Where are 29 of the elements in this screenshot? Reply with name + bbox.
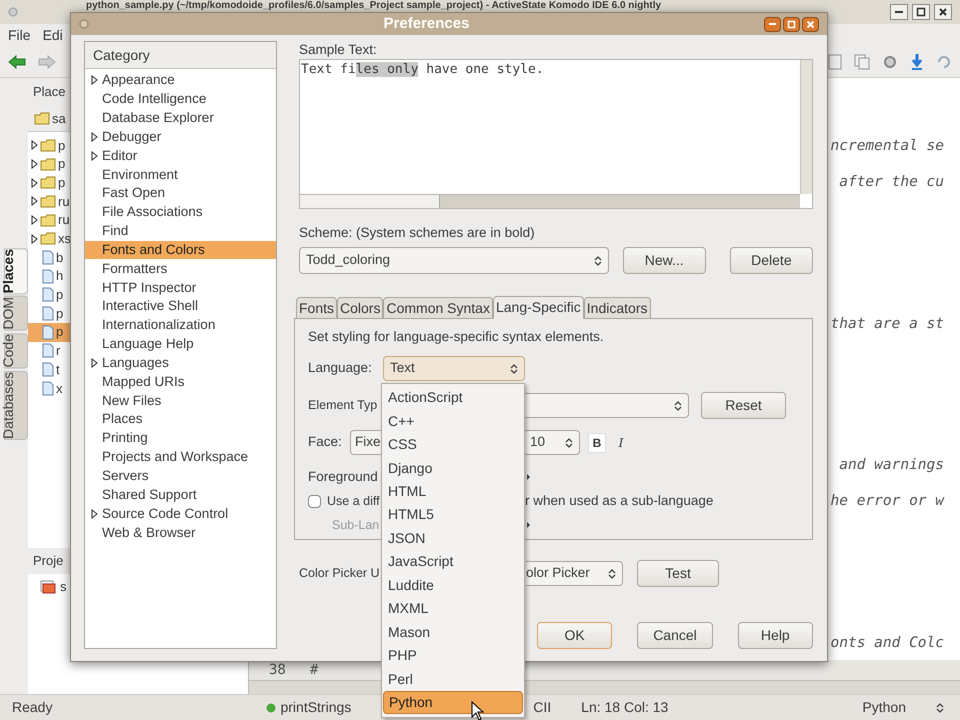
code-text: onts and Colc: [830, 634, 944, 653]
cursor-position: Ln: 18 Col: 13: [581, 698, 668, 717]
field-label: Element Typ: [308, 397, 378, 414]
code-text: and warnings: [839, 456, 944, 476]
status-text: Ready: [12, 698, 52, 717]
dialog-title: Preferences: [382, 14, 470, 34]
code-text: that are a st: [830, 314, 944, 334]
checkbox-label: r when used as a sub-language: [525, 492, 714, 510]
field-label: Language:: [308, 359, 373, 378]
checkbox-label: Use a diff: [327, 492, 380, 510]
column-header: Category: [85, 42, 276, 69]
window-title: python_sample.py (~/tmp/komodoide_profiles/6.0/samples_Project sample_project) - ActiveState Komodo IDE 6.0 nightly: [85, 0, 662, 11]
code-text: after the cu: [839, 172, 944, 192]
field-label: Scheme: (System schemes are in bold): [299, 224, 536, 241]
field-label: Sub-Lan: [331, 516, 380, 534]
description-text: Set styling for language-specific syntax elements.: [308, 328, 605, 345]
sample-text: Text files only have one style.: [300, 61, 545, 79]
field-label: Sample Text:: [299, 41, 378, 59]
field-label: Face:: [308, 433, 343, 452]
field-label: Color Picker U: [299, 565, 381, 582]
field-label: Foreground: [308, 468, 378, 486]
function-name: printStrings: [280, 698, 352, 717]
panel-title: Proje: [32, 552, 64, 570]
encoding: CII: [533, 698, 552, 717]
line-number: 38: [269, 660, 286, 680]
panel-title: Place: [32, 83, 67, 102]
code-text: #: [310, 660, 318, 680]
code-text: ncremental se: [830, 137, 944, 156]
code-text: he error or w: [830, 492, 944, 511]
